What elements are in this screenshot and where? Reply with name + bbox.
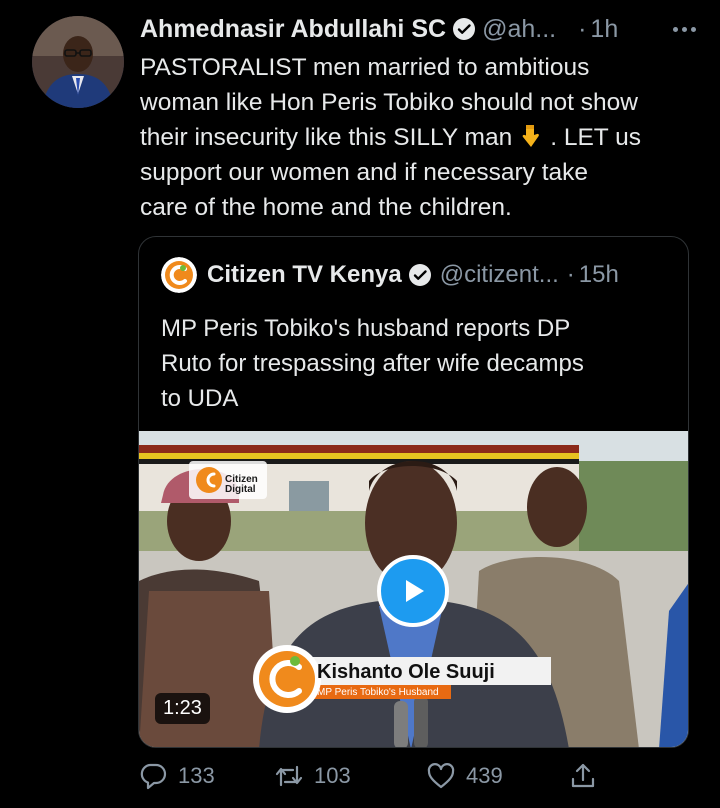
quoted-author-handle[interactable]: @citizent...	[440, 261, 559, 289]
retweet-icon	[275, 765, 303, 787]
video-watermark: Citizen Digital	[225, 474, 258, 495]
reply-icon	[140, 763, 167, 790]
retweet-count: 103	[314, 763, 351, 788]
lower-third-role: MP Peris Tobiko's Husband	[317, 687, 439, 698]
quoted-header: Citizen TV Kenya @citizent... · 15h	[161, 257, 619, 293]
tweet-actions: 133 103 439	[138, 760, 608, 792]
share-icon	[571, 763, 595, 788]
tweet-line: PASTORALIST men married to ambitious	[140, 54, 590, 81]
tweet-line-part: . LET us	[550, 124, 641, 151]
reply-button[interactable]: 133	[138, 761, 215, 791]
share-button[interactable]	[568, 761, 598, 791]
quoted-timestamp[interactable]: 15h	[579, 261, 619, 289]
verified-badge-icon	[408, 263, 432, 287]
quoted-separator: ·	[566, 261, 575, 288]
like-button[interactable]: 439	[426, 761, 503, 791]
verified-badge-icon	[452, 17, 476, 41]
tweet-line: support our women and if necessary take	[140, 159, 589, 186]
pointing-down-hand-icon	[518, 123, 544, 149]
tweet-text: PASTORALIST men married to ambitious wom…	[140, 50, 710, 225]
play-button[interactable]	[377, 555, 449, 627]
like-count: 439	[466, 763, 503, 788]
retweet-button[interactable]: 103	[274, 761, 351, 791]
header-separator: ·	[578, 14, 587, 43]
play-icon	[406, 580, 424, 602]
video-player[interactable]: Citizen Digital Kishanto Ole Suuji MP Pe…	[139, 431, 688, 747]
video-duration: 1:23	[155, 693, 210, 724]
citizen-tv-logo[interactable]	[161, 257, 197, 293]
quoted-line: to UDA	[161, 385, 239, 412]
tweet-line: woman like Hon Peris Tobiko should not s…	[140, 89, 638, 116]
reply-count: 133	[178, 763, 215, 788]
quoted-line: Ruto for trespassing after wife decamps	[161, 350, 584, 377]
author-handle[interactable]: @ah...	[482, 15, 556, 44]
quoted-tweet[interactable]: Citizen TV Kenya @citizent... · 15h MP P…	[138, 236, 689, 748]
lower-third-name: Kishanto Ole Suuji	[317, 661, 495, 683]
tweet-line: care of the home and the children.	[140, 194, 512, 221]
author-avatar[interactable]	[32, 16, 124, 108]
author-name[interactable]: Ahmednasir Abdullahi SC	[140, 15, 446, 44]
quoted-line: MP Peris Tobiko's husband reports DP	[161, 315, 571, 342]
quoted-author-name[interactable]: Citizen TV Kenya	[207, 261, 402, 289]
quoted-text: MP Peris Tobiko's husband reports DP Rut…	[161, 311, 671, 416]
tweet-line-part: their insecurity like this SILLY man	[140, 124, 513, 151]
more-options-icon[interactable]	[673, 26, 696, 32]
tweet-line: their insecurity like this SILLY man . LE…	[140, 120, 710, 155]
tweet-timestamp[interactable]: 1h	[590, 15, 618, 44]
tweet-header: Ahmednasir Abdullahi SC @ah... · 1h	[140, 12, 700, 46]
heart-icon	[427, 763, 455, 789]
